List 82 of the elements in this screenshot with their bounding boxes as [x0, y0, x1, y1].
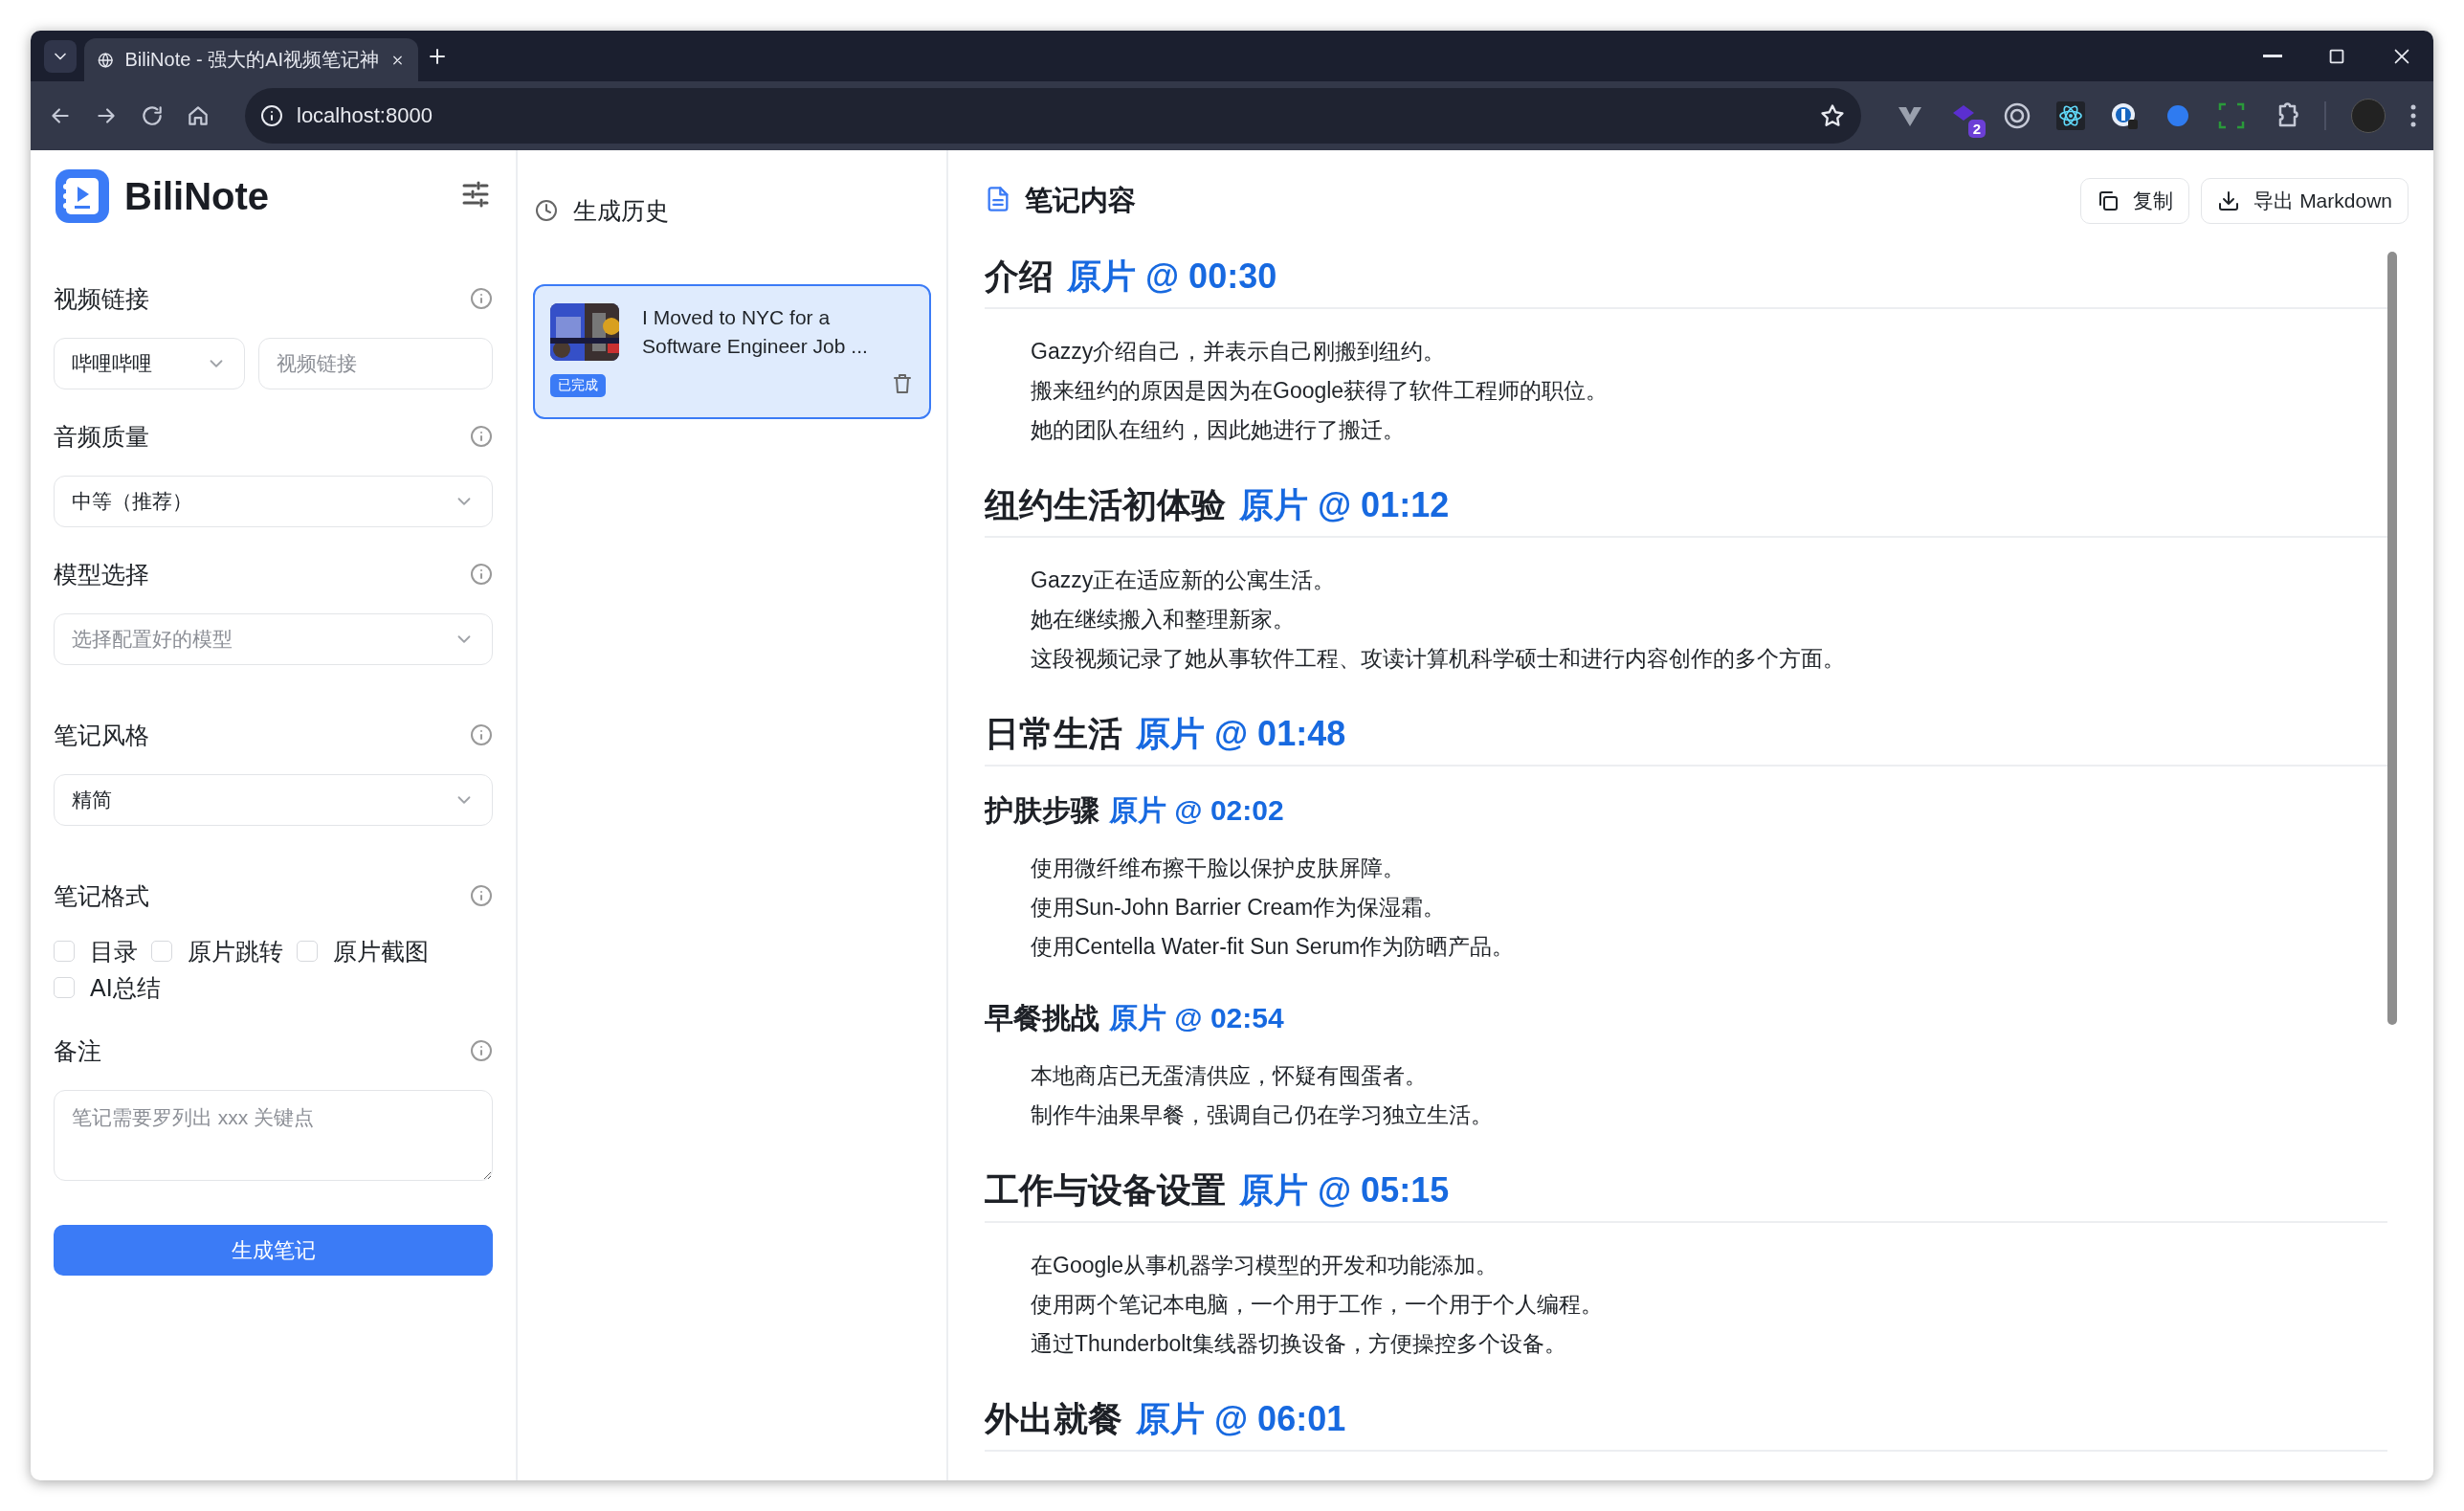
- copy-button[interactable]: 复制: [2080, 178, 2190, 224]
- note-line: 搬来纽约的原因是因为在Google获得了软件工程师的职位。: [1031, 377, 1609, 405]
- panel-title: 生成历史: [573, 195, 669, 226]
- field-label: 音频质量: [54, 421, 149, 452]
- url-field[interactable]: 视频链接: [258, 338, 493, 389]
- address-bar[interactable]: localhost:8000: [245, 88, 1861, 144]
- atom-icon[interactable]: [2056, 101, 2085, 130]
- select-field[interactable]: 精简: [54, 774, 493, 826]
- checkbox[interactable]: [54, 941, 75, 962]
- checkbox[interactable]: [297, 941, 318, 962]
- note-line: 通过Thunderbolt集线器切换设备，方便操控多个设备。: [1031, 1330, 1567, 1358]
- info-icon: [470, 563, 493, 586]
- checkbox[interactable]: [151, 941, 172, 962]
- field-label: 模型选择: [54, 559, 149, 589]
- select-field[interactable]: 选择配置好的模型: [54, 613, 493, 665]
- note-line: 使用Centella Water-fit Sun Serum作为防晒产品。: [1031, 933, 1516, 961]
- timestamp-link[interactable]: 原片 @ 00:30: [1067, 253, 1277, 300]
- star-icon: [1819, 102, 1846, 129]
- checkbox-label: 目录: [90, 936, 138, 967]
- timestamp-link[interactable]: 原片 @ 02:02: [1109, 790, 1284, 831]
- info-icon: [470, 287, 493, 310]
- section-heading: 早餐挑战: [985, 1000, 1099, 1035]
- section-heading: 介绍: [985, 255, 1054, 298]
- copy-icon: [2097, 189, 2120, 212]
- reload-icon: [140, 103, 165, 128]
- scrollbar-thumb[interactable]: [2387, 252, 2397, 1025]
- note-line: 使用两个笔记本电脑，一个用于工作，一个用于个人编程。: [1031, 1291, 1604, 1319]
- timestamp-link[interactable]: 原片 @ 02:54: [1109, 998, 1284, 1038]
- note-line: 在Google从事机器学习模型的开发和功能添加。: [1031, 1252, 1499, 1279]
- note-line: 本地商店已无蛋清供应，怀疑有囤蛋者。: [1031, 1062, 1428, 1090]
- note-line: Gazzy正在适应新的公寓生活。: [1031, 567, 1337, 594]
- platform-select[interactable]: 哔哩哔哩: [54, 338, 245, 389]
- video-title: I Moved to NYC for a Software Engineer Job ...: [642, 305, 869, 359]
- download-icon: [2217, 189, 2241, 212]
- note-line: 她在继续搬入和整理新家。: [1031, 606, 1296, 633]
- field-label: 笔记风格: [54, 720, 149, 750]
- timestamp-link[interactable]: 原片 @ 01:12: [1239, 481, 1450, 529]
- field-label: 笔记格式: [54, 880, 149, 911]
- timestamp-link[interactable]: 原片 @ 05:15: [1239, 1167, 1450, 1214]
- note-line: 她的团队在纽约，因此她进行了搬迁。: [1031, 416, 1406, 444]
- tab-title: BiliNote - 强大的AI视频笔记神: [124, 48, 380, 72]
- logo-icon: [54, 167, 111, 225]
- info-icon: [470, 723, 493, 746]
- section-heading: 日常生活: [985, 712, 1122, 755]
- status-tag: 已完成: [550, 374, 606, 397]
- note-line: Gazzy介绍自己，并表示自己刚搬到纽约。: [1031, 338, 1447, 366]
- timestamp-link[interactable]: 原片 @ 06:01: [1136, 1395, 1346, 1443]
- url-text: localhost:8000: [297, 103, 433, 128]
- info-icon: [470, 1039, 493, 1062]
- home-icon: [186, 103, 211, 128]
- info-icon: [470, 884, 493, 907]
- field-label: 视频链接: [54, 283, 149, 314]
- note-line: 制作牛油果早餐，强调自己仍在学习独立生活。: [1031, 1101, 1494, 1129]
- more-icon[interactable]: [2410, 104, 2416, 127]
- generate-button[interactable]: 生成笔记: [54, 1225, 493, 1276]
- note-line: 使用Sun-John Barrier Cream作为保湿霜。: [1031, 894, 1447, 922]
- history-item[interactable]: I Moved to NYC for a Software Engineer Job ... 已完成: [533, 284, 931, 419]
- extension-badge: 2: [1967, 120, 1986, 138]
- profile-avatar[interactable]: [2351, 99, 2386, 133]
- tab-list-button[interactable]: [44, 40, 77, 73]
- section-heading: 工作与设备设置: [985, 1168, 1226, 1211]
- browser-tab[interactable]: BiliNote - 强大的AI视频笔记神: [84, 38, 418, 81]
- trash-icon: [891, 372, 914, 395]
- field-label: 备注: [54, 1035, 101, 1066]
- checkbox-label: 原片截图: [333, 936, 429, 967]
- info-icon: [260, 104, 283, 127]
- target-icon[interactable]: [2003, 101, 2031, 130]
- checkbox-label: 原片跳转: [188, 936, 283, 967]
- info-icon: [470, 425, 493, 448]
- clock-icon: [535, 199, 558, 222]
- timestamp-link[interactable]: 原片 @ 01:48: [1136, 710, 1346, 758]
- note-line: 这段视频记录了她从事软件工程、攻读计算机科学硕士和进行内容创作的多个方面。: [1031, 645, 1846, 673]
- panel-title: 笔记内容: [1025, 184, 1136, 217]
- download-button[interactable]: 导出 Markdown: [2201, 178, 2409, 224]
- app-logo-text: BiliNote: [124, 174, 270, 218]
- checkbox-label: AI总结: [90, 972, 161, 1003]
- checkbox[interactable]: [54, 977, 75, 998]
- frame-icon[interactable]: [2217, 101, 2246, 130]
- section-heading: 纽约生活初体验: [985, 483, 1226, 526]
- note-field[interactable]: 笔记需要罗列出 xxx 关键点: [54, 1090, 493, 1181]
- select-field[interactable]: 中等（推荐）: [54, 476, 493, 527]
- note-line: 使用微纤维布擦干脸以保护皮肤屏障。: [1031, 855, 1406, 882]
